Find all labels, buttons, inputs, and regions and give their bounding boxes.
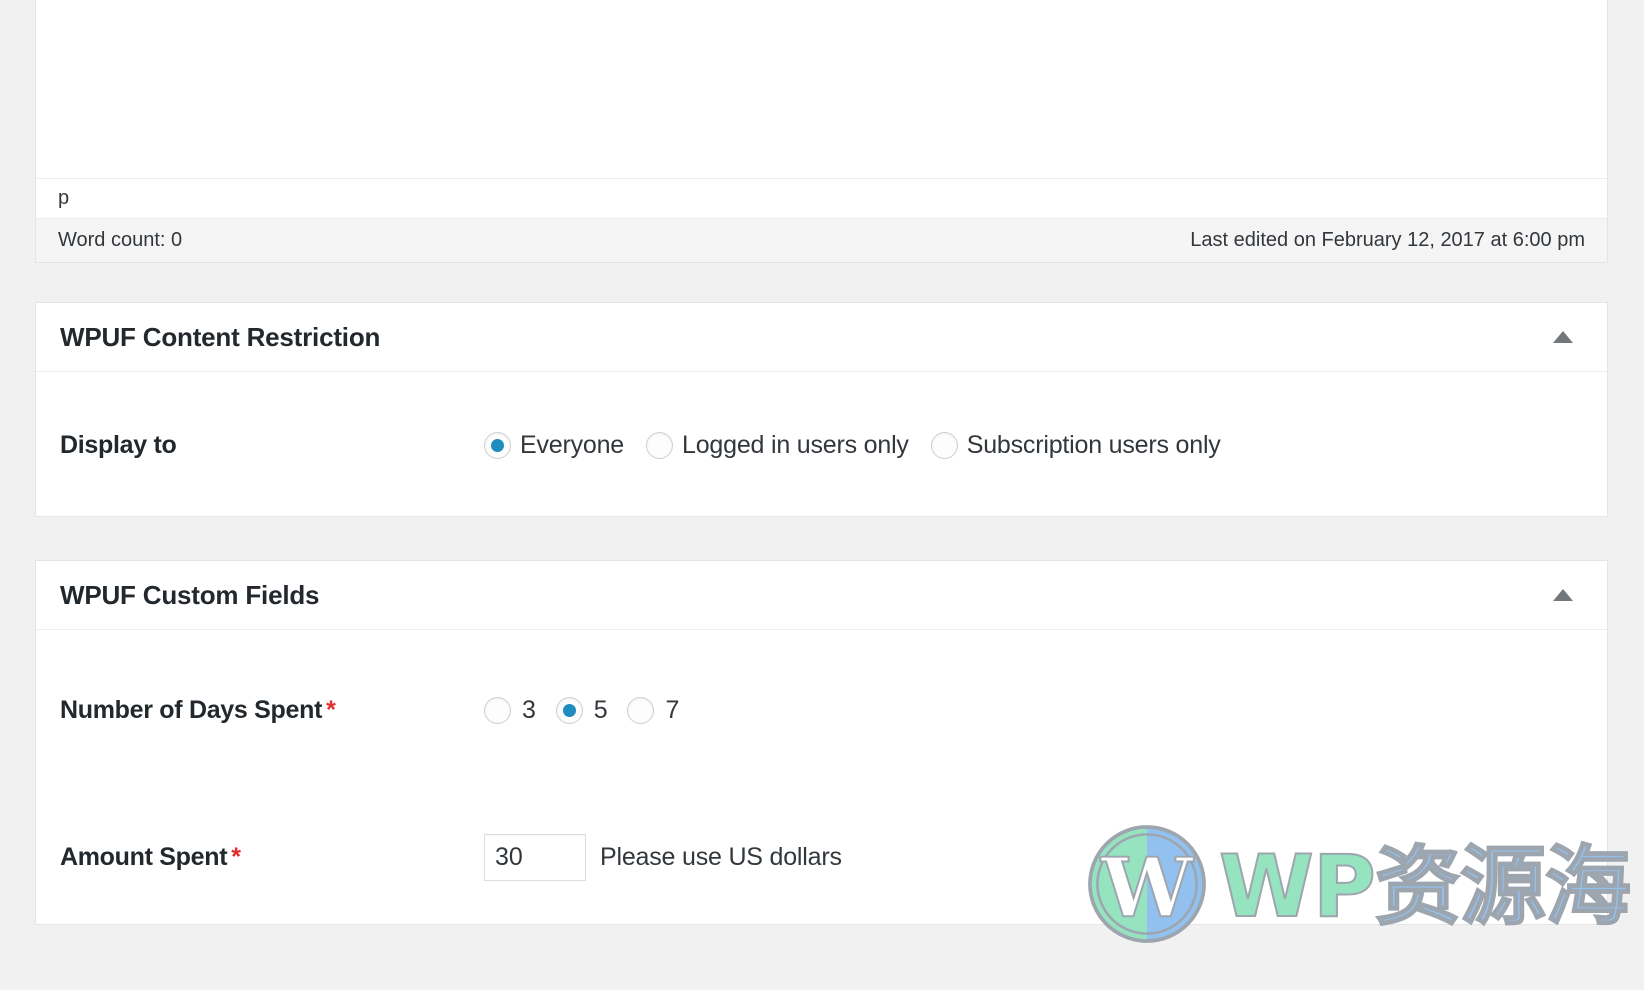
radio-indicator-everyone[interactable] — [484, 431, 511, 459]
radio-indicator-logged-in-users-only[interactable] — [646, 431, 674, 459]
field-label-display-to: Display to — [60, 431, 484, 460]
chevron-up-icon[interactable] — [1543, 317, 1583, 357]
metabox-title: WPUF Custom Fields — [60, 579, 320, 610]
field-row-display-to: Display to Everyone Logged in users only… — [36, 372, 1607, 518]
radio-option-days-7[interactable]: 7 — [627, 696, 679, 725]
metabox-header-custom-fields[interactable]: WPUF Custom Fields — [36, 561, 1607, 630]
editor-statusbar: Word count: 0 Last edited on February 12… — [36, 218, 1607, 262]
field-label-number-of-days-spent: Number of Days Spent * — [60, 696, 484, 725]
radio-label-subscription-users-only: Subscription users only — [966, 430, 1221, 459]
radio-label-days-3: 3 — [522, 695, 536, 724]
radio-group-display-to: Everyone Logged in users only Subscripti… — [484, 431, 1221, 460]
required-asterisk: * — [326, 695, 336, 724]
metabox-title: WPUF Content Restriction — [60, 321, 381, 352]
field-row-number-of-days-spent: Number of Days Spent * 3 5 7 — [36, 630, 1607, 790]
radio-option-logged-in-users-only[interactable]: Logged in users only — [646, 431, 909, 460]
field-control-display-to: Everyone Logged in users only Subscripti… — [484, 431, 1221, 460]
radio-indicator-days-5[interactable] — [555, 696, 583, 724]
editor-element-path[interactable]: p — [36, 178, 1607, 218]
chevron-up-icon[interactable] — [1543, 575, 1583, 615]
editor-path-label: p — [58, 187, 70, 209]
radio-label-everyone: Everyone — [520, 430, 625, 459]
field-label-amount-spent: Amount Spent * — [60, 843, 484, 872]
radio-option-subscription-users-only[interactable]: Subscription users only — [930, 430, 1221, 460]
metabox-body-custom-fields: Number of Days Spent * 3 5 7 Amount Spen… — [36, 630, 1607, 925]
field-control-number-of-days-spent: 3 5 7 — [484, 696, 679, 725]
radio-group-number-of-days-spent: 3 5 7 — [484, 696, 679, 725]
amount-spent-input[interactable] — [484, 834, 586, 881]
radio-indicator-days-3[interactable] — [484, 696, 511, 724]
radio-indicator-days-7[interactable] — [627, 696, 655, 724]
metabox-wpuf-content-restriction: WPUF Content Restriction Display to Ever… — [35, 302, 1608, 517]
field-label-text: Amount Spent — [60, 843, 228, 871]
editor-content-area[interactable] — [36, 0, 1607, 178]
required-asterisk: * — [231, 843, 241, 871]
radio-option-days-3[interactable]: 3 — [484, 696, 536, 725]
post-editor-panel: p Word count: 0 Last edited on February … — [35, 0, 1608, 263]
metabox-wpuf-custom-fields: WPUF Custom Fields Number of Days Spent *… — [35, 560, 1608, 925]
field-label-text: Display to — [60, 430, 177, 459]
metabox-header-content-restriction[interactable]: WPUF Content Restriction — [36, 303, 1607, 372]
radio-indicator-subscription-users-only[interactable] — [930, 431, 958, 459]
field-label-text: Number of Days Spent — [60, 695, 323, 724]
radio-option-everyone[interactable]: Everyone — [484, 431, 624, 460]
field-row-amount-spent: Amount Spent* Please use US dollars — [36, 790, 1607, 925]
last-edited-label: Last edited on February 12, 2017 at 6:00… — [1190, 229, 1585, 251]
field-control-amount-spent: Please use US dollars — [484, 834, 842, 881]
radio-label-logged-in-users-only: Logged in users only — [682, 430, 909, 459]
word-count-label: Word count: 0 — [58, 229, 183, 251]
radio-label-days-5: 5 — [593, 695, 608, 724]
radio-option-days-5[interactable]: 5 — [555, 695, 608, 725]
radio-label-days-7: 7 — [665, 695, 680, 724]
amount-spent-help-text: Please use US dollars — [600, 843, 842, 871]
metabox-body-content-restriction: Display to Everyone Logged in users only… — [36, 372, 1607, 518]
